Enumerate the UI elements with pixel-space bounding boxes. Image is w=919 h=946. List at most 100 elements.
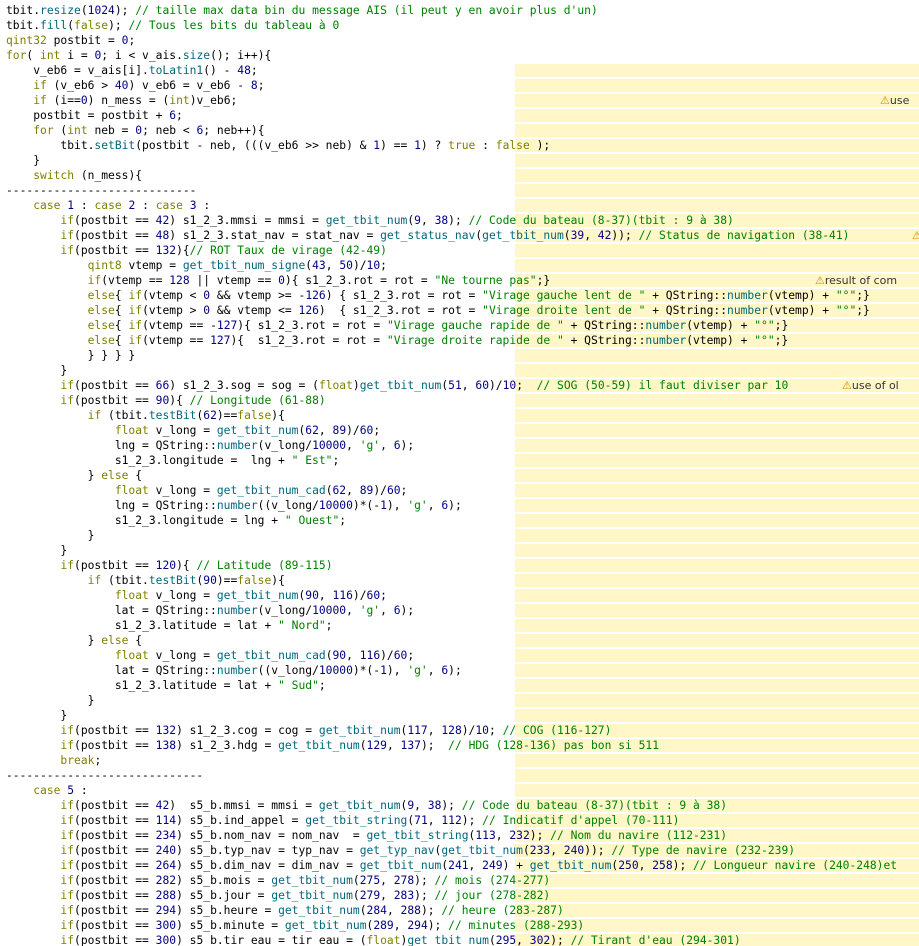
code-line[interactable]: if(postbit == 138) s1_2_3.hdg = get_tbit… <box>0 738 919 753</box>
occurrence-highlight <box>515 469 919 482</box>
code-line[interactable]: lng = QString::number((v_long/10000)*(-1… <box>0 498 919 513</box>
code-line[interactable]: if(postbit == 288) s5_b.jour = get_tbit_… <box>0 888 919 903</box>
code-line[interactable]: if(postbit == 42) s5_b.mmsi = mmsi = get… <box>0 798 919 813</box>
code-line[interactable]: if(vtemp == 128 || vtemp == 0){ s1_2_3.r… <box>0 273 919 288</box>
code-line[interactable]: if(postbit == 282) s5_b.mois = get_tbit_… <box>0 873 919 888</box>
code-text: lng = QString::number((v_long/10000)*(-1… <box>6 499 462 512</box>
code-line[interactable]: if (tbit.testBit(62)==false){ <box>0 408 919 423</box>
occurrence-highlight <box>515 394 919 407</box>
code-line[interactable]: else{ if(vtemp > 0 && vtemp <= 126) { s1… <box>0 303 919 318</box>
occurrence-highlight <box>515 874 919 887</box>
code-text: if(postbit == 114) s5_b.ind_appel = get_… <box>60 814 680 827</box>
code-line[interactable]: if(postbit == 90){ // Longitude (61-88) <box>0 393 919 408</box>
code-line[interactable]: } else { <box>0 468 919 483</box>
code-line[interactable]: ----------------------------- <box>0 768 919 783</box>
code-line[interactable]: if (tbit.testBit(90)==false){ <box>0 573 919 588</box>
code-line[interactable]: tbit.fill(false); // Tous les bits du ta… <box>0 18 919 33</box>
code-text: tbit.fill(false); // Tous les bits du ta… <box>6 19 340 32</box>
code-line[interactable]: } <box>0 693 919 708</box>
code-text: tbit.resize(1024); // taille max data bi… <box>6 4 598 17</box>
code-line[interactable]: for (int neb = 0; neb < 6; neb++){ <box>0 123 919 138</box>
code-line[interactable]: if (i==0) n_mess = (int)v_eb6; ⚠use <box>0 93 919 108</box>
code-line[interactable]: lat = QString::number(v_long/10000, 'g',… <box>0 603 919 618</box>
code-line[interactable]: tbit.resize(1024); // taille max data bi… <box>0 3 919 18</box>
code-text: if(postbit == 66) s1_2_3.sog = sog = (fl… <box>60 379 789 392</box>
code-line[interactable]: if(postbit == 48) s1_2_3.stat_nav = stat… <box>0 228 919 243</box>
code-text: ----------------------------- <box>6 769 204 782</box>
code-line[interactable]: if(postbit == 240) s5_b.typ_nav = typ_na… <box>0 843 919 858</box>
occurrence-highlight <box>515 619 919 632</box>
code-line[interactable]: if(postbit == 300) s5_b.minute = get_tbi… <box>0 918 919 933</box>
code-line[interactable]: case 1 : case 2 : case 3 : <box>0 198 919 213</box>
code-text: float v_long = get_tbit_num(62, 89)/60; <box>114 424 381 437</box>
occurrence-highlight <box>515 349 919 362</box>
code-line[interactable]: else{ if(vtemp < 0 && vtemp >= -126) { s… <box>0 288 919 303</box>
code-editor[interactable]: tbit.resize(1024); // taille max data bi… <box>0 0 919 946</box>
code-line[interactable]: break; <box>0 753 919 768</box>
code-text: switch (n_mess){ <box>33 169 143 182</box>
code-line[interactable]: qint8 vtemp = get_tbit_num_signe(43, 50)… <box>0 258 919 273</box>
code-line[interactable]: if(postbit == 66) s1_2_3.sog = sog = (fl… <box>0 378 919 393</box>
code-line[interactable]: else{ if(vtemp == -127){ s1_2_3.rot = ro… <box>0 318 919 333</box>
code-line[interactable]: float v_long = get_tbit_num_cad(90, 116)… <box>0 648 919 663</box>
code-line[interactable]: v_eb6 = v_ais[i].toLatin1() - 48; <box>0 63 919 78</box>
code-line[interactable]: lng = QString::number(v_long/10000, 'g',… <box>0 438 919 453</box>
code-line[interactable]: } <box>0 528 919 543</box>
warning-annotation[interactable]: ⚠use <box>880 93 909 108</box>
code-text: case 1 : case 2 : case 3 : <box>33 199 211 212</box>
code-text: if(postbit == 48) s1_2_3.stat_nav = stat… <box>60 229 850 242</box>
occurrence-highlight <box>515 454 919 467</box>
warning-annotation[interactable]: ⚠result of com <box>815 273 897 288</box>
code-line[interactable]: for( int i = 0; i < v_ais.size(); i++){ <box>0 48 919 63</box>
code-line[interactable]: s1_2_3.longitude = lng + " Est"; <box>0 453 919 468</box>
code-line[interactable]: } } } } <box>0 348 919 363</box>
code-line[interactable]: if(postbit == 132){// ROT Taux de virage… <box>0 243 919 258</box>
warning-annotation[interactable]: ⚠ <box>912 228 919 243</box>
code-line[interactable]: if(postbit == 114) s5_b.ind_appel = get_… <box>0 813 919 828</box>
code-line[interactable]: if(postbit == 132) s1_2_3.cog = cog = ge… <box>0 723 919 738</box>
code-line[interactable]: if(postbit == 264) s5_b.dim_nav = dim_na… <box>0 858 919 873</box>
occurrence-highlight <box>515 604 919 617</box>
code-line[interactable]: s1_2_3.latitude = lat + " Nord"; <box>0 618 919 633</box>
occurrence-highlight <box>515 574 919 587</box>
code-line[interactable]: s1_2_3.longitude = lng + " Ouest"; <box>0 513 919 528</box>
occurrence-highlight <box>515 529 919 542</box>
warning-annotation[interactable]: ⚠use of ol <box>842 378 899 393</box>
code-line[interactable]: float v_long = get_tbit_num_cad(62, 89)/… <box>0 483 919 498</box>
occurrence-highlight <box>515 64 919 77</box>
occurrence-highlight <box>515 109 919 122</box>
occurrence-highlight <box>515 889 919 902</box>
code-line[interactable]: } <box>0 153 919 168</box>
code-line[interactable]: } <box>0 363 919 378</box>
code-line[interactable]: } <box>0 708 919 723</box>
code-text: if(postbit == 132){// ROT Taux de virage… <box>60 244 387 257</box>
code-line[interactable]: lat = QString::number((v_long/10000)*(-1… <box>0 663 919 678</box>
code-line[interactable]: s1_2_3.latitude = lat + " Sud"; <box>0 678 919 693</box>
code-line[interactable]: if(postbit == 300) s5_b.tir_eau = tir_ea… <box>0 933 919 946</box>
code-line[interactable]: case 5 : <box>0 783 919 798</box>
occurrence-highlight <box>515 184 919 197</box>
code-text: if(postbit == 42) s1_2_3.mmsi = mmsi = g… <box>60 214 734 227</box>
occurrence-highlight <box>515 649 919 662</box>
code-text: if(postbit == 294) s5_b.heure = get_tbit… <box>60 904 564 917</box>
code-text: if(postbit == 90){ // Longitude (61-88) <box>60 394 326 407</box>
code-line[interactable]: float v_long = get_tbit_num(62, 89)/60; <box>0 423 919 438</box>
code-line[interactable]: } else { <box>0 633 919 648</box>
code-line[interactable]: if (v_eb6 > 40) v_eb6 = v_eb6 - 8; <box>0 78 919 93</box>
code-line[interactable]: tbit.setBit(postbit - neb, (((v_eb6 >> n… <box>0 138 919 153</box>
occurrence-highlight <box>515 709 919 722</box>
code-line[interactable]: if(postbit == 42) s1_2_3.mmsi = mmsi = g… <box>0 213 919 228</box>
code-line[interactable]: qint32 postbit = 0; <box>0 33 919 48</box>
code-line[interactable]: postbit = postbit + 6; <box>0 108 919 123</box>
code-line[interactable]: ---------------------------- <box>0 183 919 198</box>
code-line[interactable]: if(postbit == 120){ // Latitude (89-115) <box>0 558 919 573</box>
occurrence-highlight <box>515 124 919 137</box>
code-line[interactable]: } <box>0 543 919 558</box>
code-text: lng = QString::number(v_long/10000, 'g',… <box>6 439 415 452</box>
occurrence-highlight <box>515 424 919 437</box>
code-line[interactable]: if(postbit == 294) s5_b.heure = get_tbit… <box>0 903 919 918</box>
code-line[interactable]: else{ if(vtemp == 127){ s1_2_3.rot = rot… <box>0 333 919 348</box>
code-line[interactable]: if(postbit == 234) s5_b.nom_nav = nom_na… <box>0 828 919 843</box>
code-line[interactable]: switch (n_mess){ <box>0 168 919 183</box>
code-line[interactable]: float v_long = get_tbit_num(90, 116)/60; <box>0 588 919 603</box>
